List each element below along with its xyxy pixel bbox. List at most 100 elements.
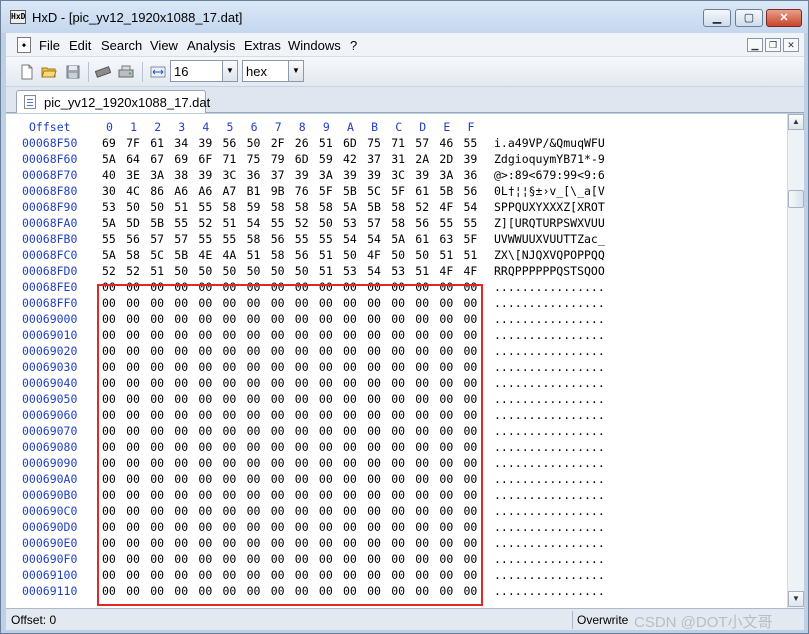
hex-byte[interactable]: 50 bbox=[391, 248, 405, 262]
menu-windows[interactable]: Windows bbox=[288, 38, 341, 53]
hex-byte[interactable]: 00 bbox=[295, 552, 309, 566]
hex-byte[interactable]: 00 bbox=[415, 312, 429, 326]
hex-byte[interactable]: 4C bbox=[126, 184, 140, 198]
hex-byte[interactable]: 2A bbox=[415, 152, 429, 166]
hex-byte[interactable]: 00 bbox=[343, 584, 357, 598]
hex-byte[interactable]: 00 bbox=[367, 424, 381, 438]
hex-byte[interactable]: 00 bbox=[150, 456, 164, 470]
hex-byte[interactable]: 00 bbox=[295, 424, 309, 438]
hex-byte[interactable]: 00 bbox=[102, 280, 116, 294]
hex-byte[interactable]: 61 bbox=[150, 136, 164, 150]
hex-byte[interactable]: 00 bbox=[319, 456, 333, 470]
hex-byte[interactable]: 00 bbox=[415, 568, 429, 582]
hex-byte[interactable]: 00 bbox=[126, 536, 140, 550]
tab-document[interactable]: pic_yv12_1920x1088_17.dat bbox=[16, 90, 210, 113]
hex-byte[interactable]: 00 bbox=[391, 488, 405, 502]
hex-byte[interactable]: 00 bbox=[343, 344, 357, 358]
hex-byte[interactable]: 46 bbox=[439, 136, 453, 150]
hex-byte[interactable]: 5B bbox=[367, 200, 381, 214]
hex-byte[interactable]: 00 bbox=[367, 280, 381, 294]
hex-byte[interactable]: 00 bbox=[319, 520, 333, 534]
hex-byte[interactable]: 00 bbox=[174, 440, 188, 454]
row-offset[interactable]: 000690D0 bbox=[22, 520, 77, 534]
hex-byte[interactable]: 58 bbox=[126, 248, 140, 262]
hex-byte[interactable]: 51 bbox=[464, 248, 478, 262]
row-offset[interactable]: 00069070 bbox=[22, 424, 77, 438]
hex-byte[interactable]: 00 bbox=[198, 552, 212, 566]
row-offset[interactable]: 000690E0 bbox=[22, 536, 77, 550]
hex-byte[interactable]: 00 bbox=[343, 328, 357, 342]
hex-byte[interactable]: 00 bbox=[150, 392, 164, 406]
hex-byte[interactable]: 00 bbox=[247, 584, 261, 598]
hex-byte[interactable]: 00 bbox=[271, 552, 285, 566]
hex-byte[interactable]: 00 bbox=[174, 312, 188, 326]
hex-byte[interactable]: 00 bbox=[126, 376, 140, 390]
row-offset[interactable]: 00069030 bbox=[22, 360, 77, 374]
hex-byte[interactable]: 3E bbox=[126, 168, 140, 182]
hex-byte[interactable]: 00 bbox=[295, 296, 309, 310]
hex-byte[interactable]: 00 bbox=[271, 376, 285, 390]
row-offset[interactable]: 00068F70 bbox=[22, 168, 77, 182]
hex-byte[interactable]: 00 bbox=[102, 440, 116, 454]
hex-byte[interactable]: 00 bbox=[367, 376, 381, 390]
hex-byte[interactable]: 00 bbox=[391, 472, 405, 486]
hex-byte[interactable]: 30 bbox=[102, 184, 116, 198]
text-column[interactable]: ................ bbox=[494, 296, 605, 310]
hex-byte[interactable]: 2F bbox=[271, 136, 285, 150]
text-column[interactable]: ................ bbox=[494, 584, 605, 598]
hex-byte[interactable]: 4F bbox=[439, 264, 453, 278]
hex-byte[interactable]: 00 bbox=[391, 344, 405, 358]
hex-byte[interactable]: 00 bbox=[247, 456, 261, 470]
hex-byte[interactable]: 00 bbox=[150, 344, 164, 358]
hex-byte[interactable]: 79 bbox=[271, 152, 285, 166]
hex-byte[interactable]: 00 bbox=[415, 408, 429, 422]
hex-byte[interactable]: 00 bbox=[319, 440, 333, 454]
text-column[interactable]: ................ bbox=[494, 456, 605, 470]
text-column[interactable]: ................ bbox=[494, 536, 605, 550]
hex-byte[interactable]: 3A bbox=[319, 168, 333, 182]
hex-byte[interactable]: 00 bbox=[174, 376, 188, 390]
text-column[interactable]: ................ bbox=[494, 520, 605, 534]
hex-byte[interactable]: 00 bbox=[391, 392, 405, 406]
hex-byte[interactable]: 00 bbox=[150, 280, 164, 294]
hex-byte[interactable]: 00 bbox=[198, 296, 212, 310]
bytes-per-row-select[interactable]: 16 ▼ bbox=[170, 60, 238, 82]
text-column[interactable]: ................ bbox=[494, 568, 605, 582]
hex-byte[interactable]: 00 bbox=[102, 360, 116, 374]
hex-byte[interactable]: 4F bbox=[367, 248, 381, 262]
hex-byte[interactable]: 63 bbox=[439, 232, 453, 246]
hex-byte[interactable]: 00 bbox=[247, 424, 261, 438]
hex-byte[interactable]: 00 bbox=[367, 344, 381, 358]
hex-byte[interactable]: 00 bbox=[198, 408, 212, 422]
text-column[interactable]: ................ bbox=[494, 408, 605, 422]
hex-byte[interactable]: 00 bbox=[223, 376, 237, 390]
hex-byte[interactable]: 00 bbox=[223, 456, 237, 470]
text-column[interactable]: ................ bbox=[494, 552, 605, 566]
hex-byte[interactable]: 51 bbox=[319, 136, 333, 150]
hex-byte[interactable]: 00 bbox=[247, 344, 261, 358]
hex-byte[interactable]: 58 bbox=[391, 200, 405, 214]
hex-byte[interactable]: 00 bbox=[102, 568, 116, 582]
hex-byte[interactable]: 00 bbox=[464, 584, 478, 598]
menu-file[interactable]: File bbox=[39, 38, 60, 53]
document-menu-icon[interactable]: ◆ bbox=[17, 37, 31, 53]
hex-byte[interactable]: 00 bbox=[150, 568, 164, 582]
hex-byte[interactable]: 00 bbox=[174, 488, 188, 502]
hex-byte[interactable]: 00 bbox=[343, 312, 357, 326]
hex-byte[interactable]: 00 bbox=[464, 568, 478, 582]
hex-byte[interactable]: 00 bbox=[150, 488, 164, 502]
hex-byte[interactable]: 00 bbox=[464, 360, 478, 374]
hex-byte[interactable]: 00 bbox=[150, 408, 164, 422]
hex-byte[interactable]: 50 bbox=[271, 264, 285, 278]
hex-byte[interactable]: 00 bbox=[150, 360, 164, 374]
menu-view[interactable]: View bbox=[150, 38, 178, 53]
minimize-button[interactable]: ▁ bbox=[703, 9, 731, 27]
hex-byte[interactable]: 00 bbox=[319, 392, 333, 406]
hex-byte[interactable]: 00 bbox=[367, 328, 381, 342]
hex-byte[interactable]: 00 bbox=[343, 408, 357, 422]
hex-byte[interactable]: 58 bbox=[391, 216, 405, 230]
hex-byte[interactable]: B1 bbox=[247, 184, 261, 198]
hex-byte[interactable]: 3A bbox=[150, 168, 164, 182]
hex-byte[interactable]: 00 bbox=[247, 504, 261, 518]
hex-byte[interactable]: 00 bbox=[198, 568, 212, 582]
